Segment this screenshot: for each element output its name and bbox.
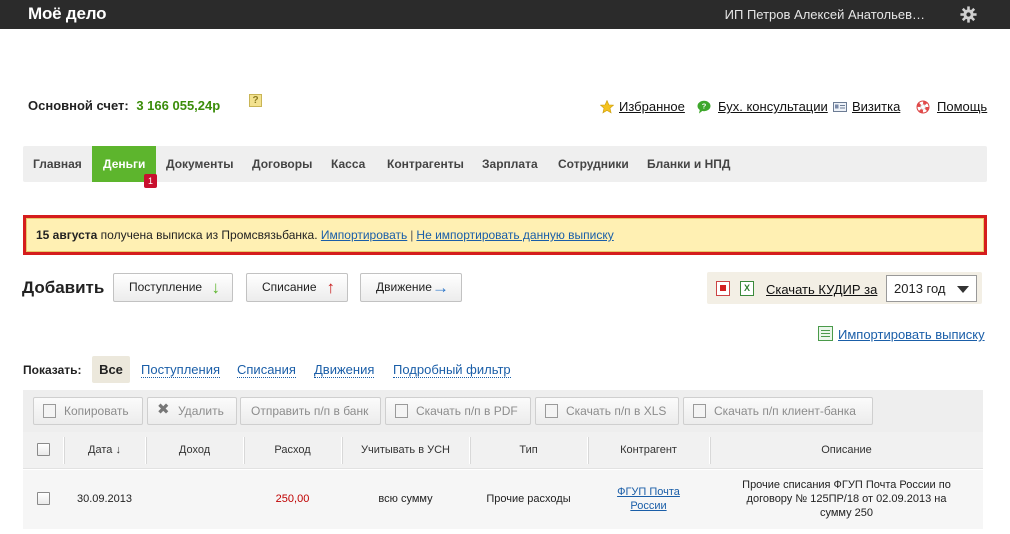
xls-icon[interactable]: X	[740, 281, 754, 296]
xls-doc-icon	[545, 404, 558, 418]
svg-text:?: ?	[702, 102, 707, 111]
pdf-icon[interactable]	[716, 281, 730, 296]
business-card-icon	[833, 102, 847, 112]
download-kudir-link[interactable]: Скачать КУДИР за	[766, 282, 877, 297]
copy-label: Копировать	[64, 404, 129, 418]
filter-expense[interactable]: Списания	[237, 363, 296, 378]
help-link[interactable]: Помощь	[937, 99, 987, 114]
account-label: Основной счет:	[28, 98, 129, 113]
download-xls-label: Скачать п/п в XLS	[566, 404, 667, 418]
delete-label: Удалить	[178, 404, 224, 418]
row-description-line1: Прочие списания ФГУП Почта России по	[742, 479, 951, 491]
download-pdf-button[interactable]: Скачать п/п в PDF	[385, 397, 531, 425]
col-description: Описание	[821, 444, 872, 456]
consult-link[interactable]: Бух. консультации	[718, 99, 828, 114]
document-icon	[693, 404, 706, 418]
copy-icon	[43, 404, 56, 418]
import-statement-button[interactable]: Импортировать выписку	[838, 327, 985, 342]
account-amount[interactable]: 3 166 055,24р	[136, 98, 220, 113]
notice-separator: |	[410, 228, 414, 242]
nav-contracts[interactable]: Договоры	[252, 146, 312, 182]
nav-counterparties[interactable]: Контрагенты	[387, 146, 464, 182]
statement-notice: 15 августа получена выписка из Промсвязь…	[23, 215, 987, 255]
arrow-down-icon: ↓	[211, 278, 221, 297]
col-counterparty: Контрагент	[620, 444, 677, 456]
show-label: Показать:	[23, 363, 82, 377]
filter-income[interactable]: Поступления	[141, 363, 221, 378]
top-bar: Моё дело ИП Петров Алексей Анатольев…	[0, 0, 1010, 29]
row-date: 30.09.2013	[76, 493, 133, 505]
arrow-right-icon: →	[432, 278, 449, 297]
chevron-down-icon	[957, 286, 969, 293]
add-income-label: Поступление	[129, 280, 203, 294]
nav-forms[interactable]: Бланки и НПД	[647, 146, 730, 182]
row-type: Прочие расходы	[486, 493, 571, 505]
select-all-checkbox[interactable]	[37, 443, 50, 456]
favorites-link[interactable]: Избранное	[619, 99, 685, 114]
nav-employees[interactable]: Сотрудники	[558, 146, 629, 182]
copy-button[interactable]: Копировать	[33, 397, 143, 425]
send-to-bank-button[interactable]: Отправить п/п в банк	[240, 397, 381, 425]
skip-statement-link[interactable]: Не импортировать данную выписку	[416, 228, 613, 242]
add-expense-label: Списание	[262, 280, 317, 294]
notice-date: 15 августа	[36, 228, 98, 242]
row-expense: 250,00	[275, 493, 310, 505]
col-type: Тип	[519, 444, 538, 456]
row-counterparty-line2[interactable]: России	[588, 500, 709, 512]
nav-documents[interactable]: Документы	[166, 146, 233, 182]
pdf-doc-icon	[395, 404, 408, 418]
card-link[interactable]: Визитка	[852, 99, 900, 114]
download-xls-button[interactable]: Скачать п/п в XLS	[535, 397, 679, 425]
filter-detailed[interactable]: Подробный фильтр	[393, 363, 511, 378]
add-income-button[interactable]: Поступление ↓	[113, 273, 233, 302]
add-transfer-label: Движение	[376, 280, 432, 294]
delete-button[interactable]: ✖ Удалить	[147, 397, 237, 425]
send-to-bank-label: Отправить п/п в банк	[251, 404, 369, 418]
add-label: Добавить	[22, 278, 105, 297]
download-pdf-label: Скачать п/п в PDF	[416, 404, 518, 418]
arrow-up-icon: ↑	[326, 278, 336, 297]
add-transfer-button[interactable]: Движение →	[360, 273, 462, 302]
import-document-icon	[818, 326, 833, 341]
main-account: Основной счет: 3 166 055,24р	[28, 98, 220, 113]
close-icon: ✖	[157, 401, 170, 418]
import-statement-link[interactable]: Импортировать	[321, 228, 407, 242]
year-select-value: 2013 год	[894, 281, 946, 296]
notification-badge: 1	[144, 174, 157, 188]
filter-all[interactable]: Все	[92, 356, 130, 383]
lifebuoy-help-icon	[916, 100, 930, 114]
row-checkbox[interactable]	[37, 492, 50, 505]
gear-icon[interactable]	[960, 6, 977, 23]
col-expense: Расход	[274, 444, 311, 456]
help-question-icon[interactable]: ?	[249, 94, 262, 107]
row-description-line2: договору № 125ПР/18 от 02.09.2013 на	[746, 493, 947, 505]
row-description-line3: сумму 250	[819, 507, 874, 519]
filter-moves[interactable]: Движения	[314, 363, 375, 378]
nav-main[interactable]: Главная	[33, 146, 82, 182]
col-usn: Учитывать в УСН	[360, 444, 450, 456]
app-logo[interactable]: Моё дело	[28, 4, 107, 24]
consult-bubble-icon: ?	[697, 100, 711, 114]
user-name[interactable]: ИП Петров Алексей Анатольев…	[725, 7, 925, 22]
notice-text: получена выписка из Промсвязьбанка.	[97, 228, 321, 242]
row-usn: всю сумму	[378, 493, 433, 505]
download-client-bank-button[interactable]: Скачать п/п клиент-банка	[683, 397, 873, 425]
col-date[interactable]: Дата ↓	[64, 432, 145, 469]
add-expense-button[interactable]: Списание ↑	[246, 273, 348, 302]
download-client-bank-label: Скачать п/п клиент-банка	[714, 404, 856, 418]
star-icon	[600, 100, 614, 114]
row-counterparty-line1[interactable]: ФГУП Почта	[588, 486, 709, 498]
nav-salary[interactable]: Зарплата	[482, 146, 538, 182]
year-select[interactable]: 2013 год	[886, 275, 977, 302]
nav-cash[interactable]: Касса	[331, 146, 365, 182]
col-income: Доход	[178, 444, 211, 456]
